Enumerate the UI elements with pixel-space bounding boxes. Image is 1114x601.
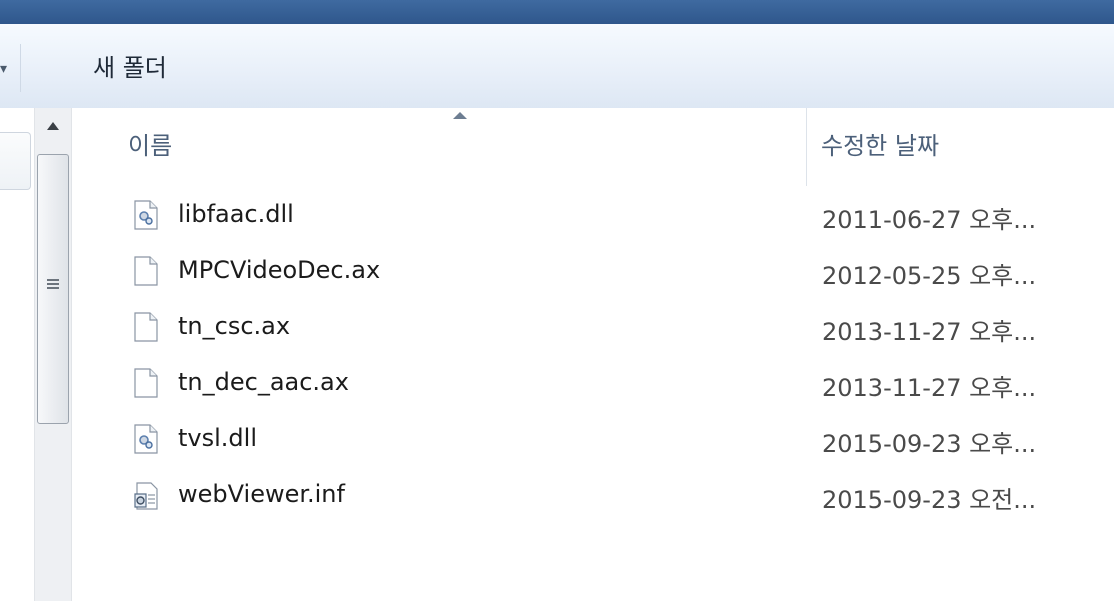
dll-gear-file-icon [134, 200, 158, 230]
file-name: MPCVideoDec.ax [178, 256, 381, 284]
column-header-name-label: 이름 [128, 132, 173, 160]
file-row[interactable]: tn_dec_aac.ax 2013-11-27 오후... [76, 364, 1114, 408]
file-row[interactable]: tvsl.dll 2015-09-23 오후... [76, 420, 1114, 464]
scrollbar-thumb[interactable] [37, 154, 69, 424]
file-modified-date: 2011-06-27 오후... [822, 206, 1037, 234]
file-name: tn_csc.ax [178, 312, 291, 340]
column-header-modified[interactable]: 수정한 날짜 [807, 108, 1114, 186]
file-modified-date: 2013-11-27 오후... [822, 374, 1037, 402]
sort-ascending-icon [453, 112, 467, 119]
window-title-bar [0, 0, 1114, 24]
file-row[interactable]: webViewer.inf 2015-09-23 오전... [76, 476, 1114, 520]
file-name: tn_dec_aac.ax [178, 368, 349, 396]
organize-dropdown-icon[interactable]: ▾ [0, 60, 18, 78]
column-header-row: 이름 수정한 날짜 [76, 108, 1114, 186]
column-header-name[interactable]: 이름 [76, 108, 806, 186]
toolbar-separator [20, 44, 21, 92]
dll-gear-file-icon [134, 424, 158, 454]
scroll-up-arrow-icon[interactable] [47, 122, 59, 130]
navigation-pane [0, 108, 76, 601]
blank-file-icon [134, 256, 158, 286]
file-row[interactable]: libfaac.dll 2011-06-27 오후... [76, 196, 1114, 240]
file-name: webViewer.inf [178, 480, 345, 508]
nav-pane-scrollbar[interactable] [34, 108, 72, 601]
file-name: libfaac.dll [178, 200, 294, 228]
command-toolbar: ▾ 새 폴더 [0, 24, 1114, 109]
file-modified-date: 2012-05-25 오후... [822, 262, 1037, 290]
new-folder-button[interactable]: 새 폴더 [82, 46, 178, 88]
file-modified-date: 2013-11-27 오후... [822, 318, 1037, 346]
file-row[interactable]: tn_csc.ax 2013-11-27 오후... [76, 308, 1114, 352]
nav-pane-item[interactable] [0, 132, 31, 190]
file-row[interactable]: MPCVideoDec.ax 2012-05-25 오후... [76, 252, 1114, 296]
explorer-window: ▾ 새 폴더 이름 수정한 날짜 libfaac.dll 2011-06-27 … [0, 0, 1114, 601]
file-name: tvsl.dll [178, 424, 257, 452]
file-modified-date: 2015-09-23 오후... [822, 430, 1037, 458]
file-list-pane: 이름 수정한 날짜 libfaac.dll 2011-06-27 오후... M… [76, 108, 1114, 601]
blank-file-icon [134, 368, 158, 398]
blank-file-icon [134, 312, 158, 342]
grip-icon [47, 279, 59, 291]
column-header-modified-label: 수정한 날짜 [821, 132, 940, 160]
setup-info-file-icon [134, 482, 158, 510]
file-modified-date: 2015-09-23 오전... [822, 486, 1037, 514]
